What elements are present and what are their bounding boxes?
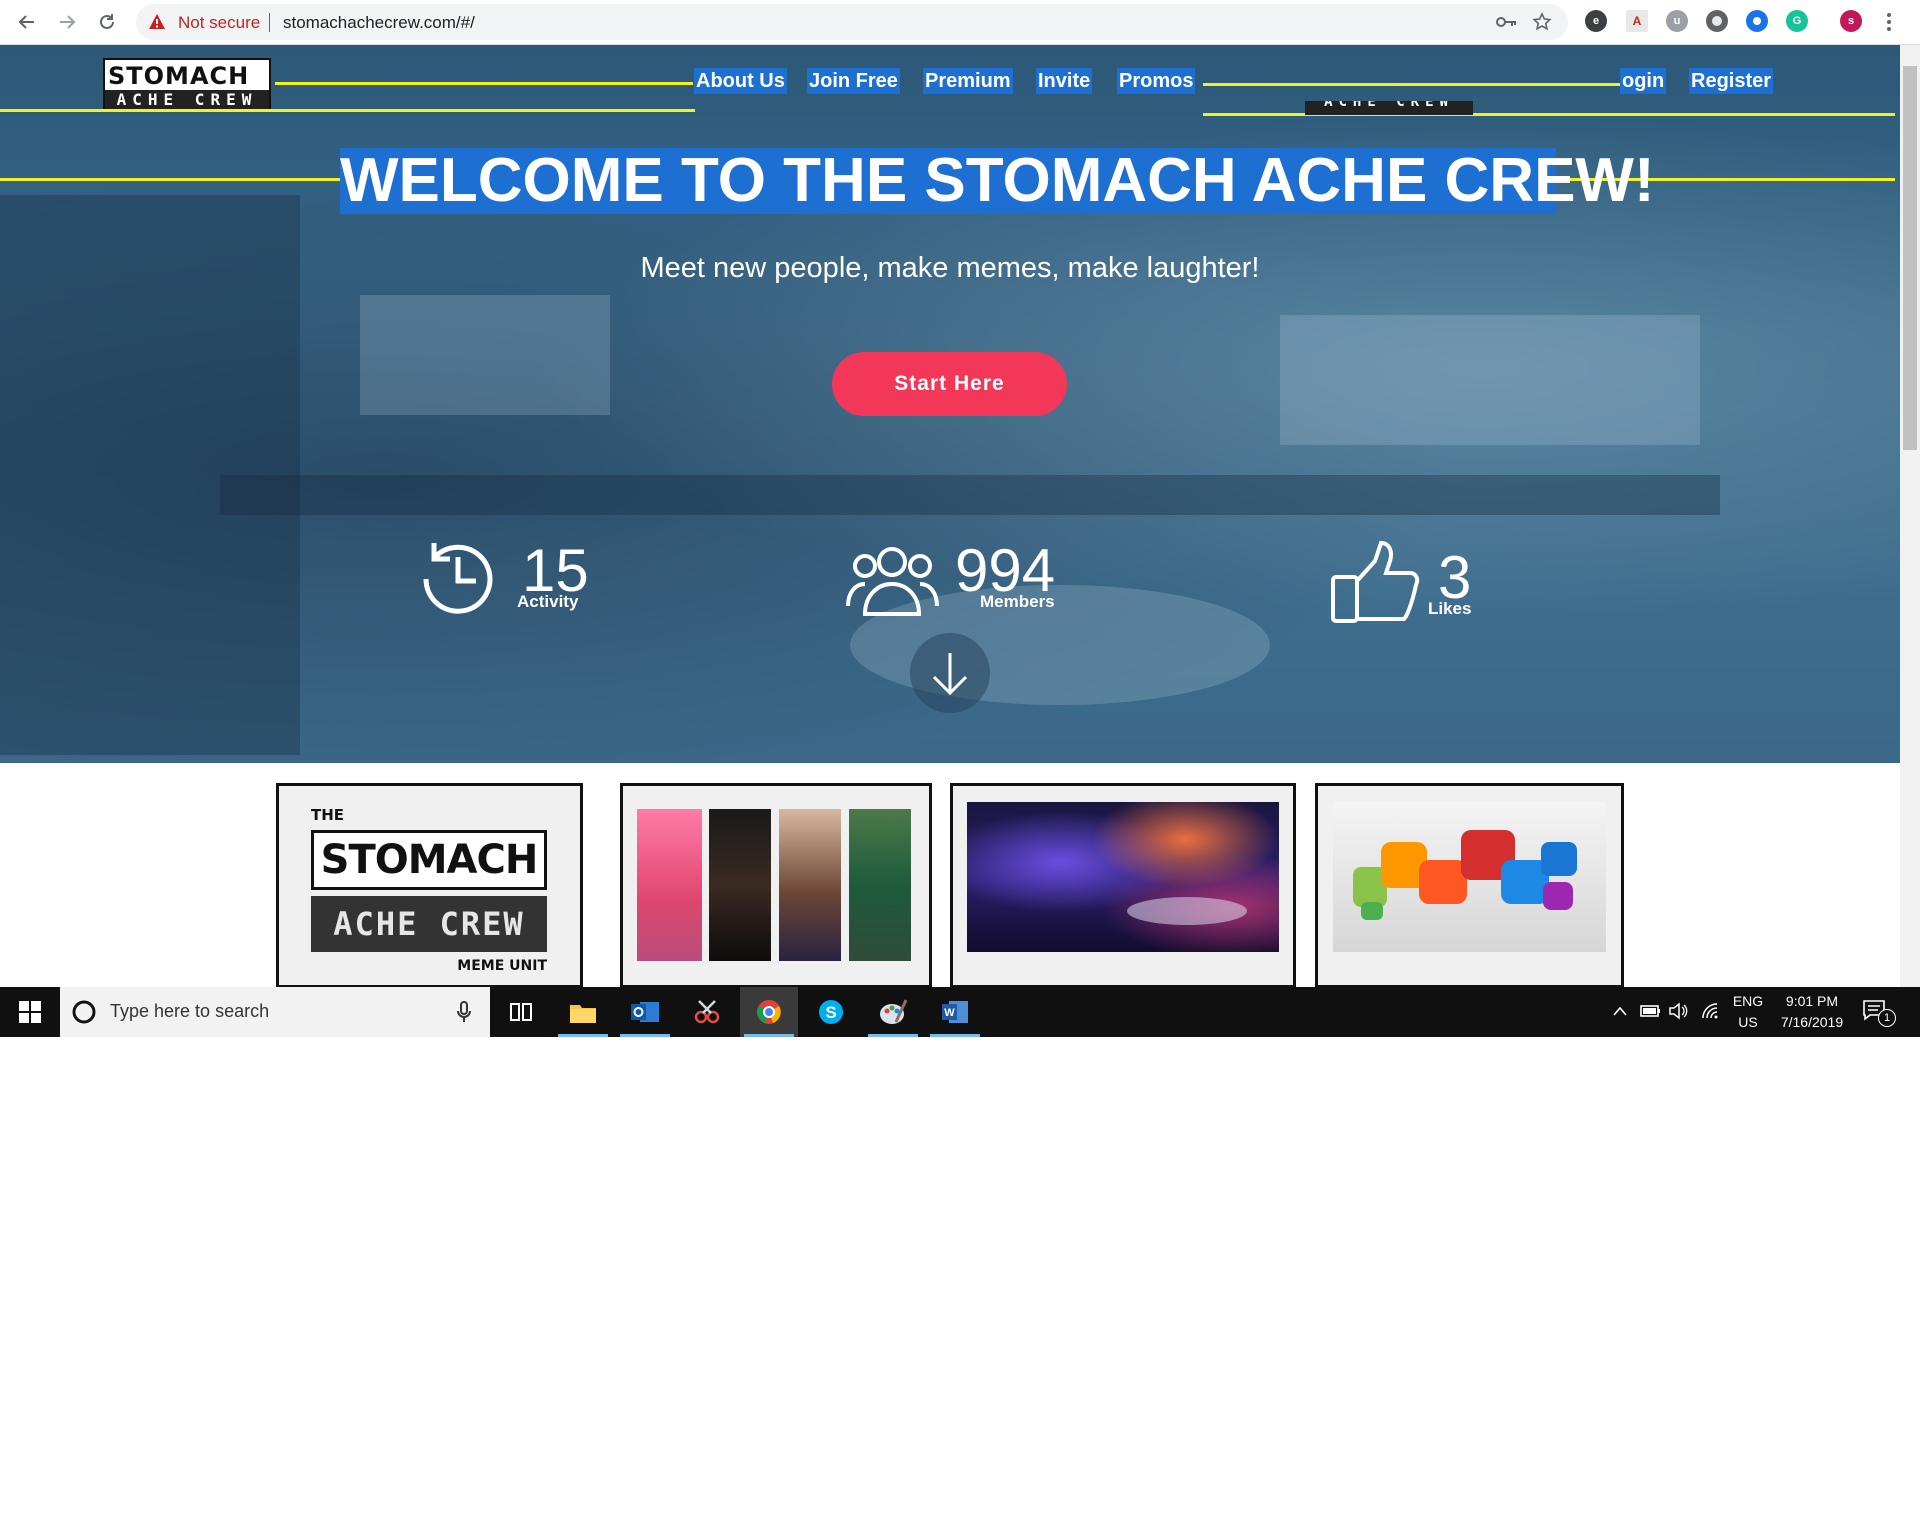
thumbs-up-icon [1331,540,1420,623]
notifications-icon[interactable]: 1 [1862,999,1896,1027]
hero-section: STOMACH ACHE CREW About Us Join Free Pre… [0,45,1900,763]
key-icon[interactable] [1496,14,1518,30]
windows-taskbar: Type here to search S W ENG US 9:01 PM 7… [0,987,1920,1037]
taskbar-search-box[interactable]: Type here to search [60,987,490,1037]
back-arrow-icon[interactable] [14,9,40,35]
language-bottom[interactable]: US [1730,1014,1766,1030]
card-concert[interactable] [950,783,1296,988]
address-bar[interactable]: Not secure stomachachecrew.com/#/ [136,4,1568,40]
person-photo [637,809,702,961]
hero-title: WELCOME TO THE STOMACH ACHE CREW! [340,146,1655,215]
card-social[interactable] [1315,783,1624,988]
person-photo [779,809,841,961]
card-people[interactable] [620,783,932,988]
logo-image: THE STOMACH ACHE CREW MEME UNIT [311,806,551,985]
card-logo[interactable]: THE STOMACH ACHE CREW MEME UNIT [276,783,583,988]
bubble-shape [1419,860,1467,904]
bookmark-star-icon[interactable] [1532,12,1552,32]
reload-icon[interactable] [94,9,120,35]
history-clock-icon [423,543,493,614]
nav-premium[interactable]: Premium [923,68,1013,94]
person-photo [849,809,911,961]
wifi-icon[interactable] [1700,1001,1720,1021]
scrollbar-thumb[interactable] [1903,66,1917,450]
card-logo-top: THE [311,806,345,824]
logo-top-text: STOMACH [108,62,250,90]
volume-icon[interactable] [1668,1001,1688,1021]
profile-avatar[interactable]: s [1840,10,1862,32]
forward-arrow-icon[interactable] [54,9,80,35]
down-arrow-icon [932,653,968,696]
grammarly-icon[interactable]: G [1786,10,1808,32]
pdf-extension-icon[interactable]: A [1626,10,1648,32]
clock-date[interactable]: 7/16/2019 [1774,1014,1850,1030]
highlight-line [1203,83,1620,86]
start-here-button[interactable]: Start Here [832,352,1067,416]
extension-u-icon[interactable]: u [1666,10,1688,32]
people-photos-image [637,809,917,961]
card-logo-foot: MEME UNIT [457,958,547,974]
notification-count: 1 [1878,1009,1896,1027]
nav-about-us[interactable]: About Us [694,68,787,94]
extension-ring-icon[interactable] [1746,10,1768,32]
cymbal-shape [1127,897,1247,925]
activity-label: Activity [517,592,579,611]
nav-register[interactable]: Register [1689,68,1774,94]
snip-tool-icon[interactable] [678,987,736,1037]
bubble-shape [1361,902,1383,920]
extension-e-icon[interactable]: e [1585,10,1607,32]
extension-circle-icon[interactable] [1706,10,1728,32]
word-icon[interactable]: W [926,987,984,1037]
security-label[interactable]: Not secure [178,13,260,33]
person-photo [709,809,771,961]
nav-promos[interactable]: Promos [1117,68,1196,94]
background-desks [220,475,1720,515]
nav-login[interactable]: ogin [1620,68,1667,94]
social-bubbles-image [1333,802,1606,952]
background-window [360,295,610,415]
logo-bottom-text: ACHE CREW [105,90,269,110]
taskbar-search-placeholder: Type here to search [110,1001,270,1021]
bubble-shape [1543,882,1573,910]
highlight-line [0,178,340,181]
language-top[interactable]: ENG [1730,993,1766,1009]
microphone-icon[interactable] [456,1001,472,1023]
windows-start-icon[interactable] [0,987,60,1037]
background-window [1280,315,1700,445]
browser-toolbar: Not secure stomachachecrew.com/#/ e A u … [0,0,1920,45]
warning-icon [149,14,165,29]
svg-text:S: S [825,1003,836,1022]
menu-kebab-icon[interactable] [1886,11,1892,33]
site-logo[interactable]: STOMACH ACHE CREW [103,58,271,112]
outlook-icon[interactable] [616,987,674,1037]
battery-icon[interactable] [1640,1003,1662,1019]
url-text[interactable]: stomachachecrew.com/#/ [283,13,475,33]
chevron-up-icon[interactable] [1613,1006,1627,1016]
card-logo-sub: ACHE CREW [311,896,547,952]
card-logo-main: STOMACH [311,830,547,890]
skype-icon[interactable]: S [802,987,860,1037]
nav-join-free[interactable]: Join Free [807,68,900,94]
hero-subtitle: Meet new people, make memes, make laught… [640,252,1260,284]
cortana-circle-icon [72,1000,96,1024]
clock-time[interactable]: 9:01 PM [1774,993,1850,1009]
separator [269,13,270,32]
bubble-shape [1541,842,1577,876]
chrome-icon[interactable] [740,987,798,1037]
secondary-logo-text: ACHE CREW [1324,101,1454,110]
scroll-down-button[interactable] [910,633,990,713]
concert-drummer-image [967,802,1279,952]
nav-invite[interactable]: Invite [1036,68,1093,94]
highlight-line [0,109,695,112]
file-explorer-icon[interactable] [554,987,612,1037]
members-label: Members [980,592,1055,611]
task-view-icon[interactable] [492,987,550,1037]
members-group-icon [846,547,939,616]
secondary-logo: ACHE CREW [1305,101,1473,115]
highlight-line [275,82,693,85]
svg-text:W: W [944,1007,955,1019]
paint-icon[interactable] [864,987,922,1037]
likes-label: Likes [1428,599,1472,618]
